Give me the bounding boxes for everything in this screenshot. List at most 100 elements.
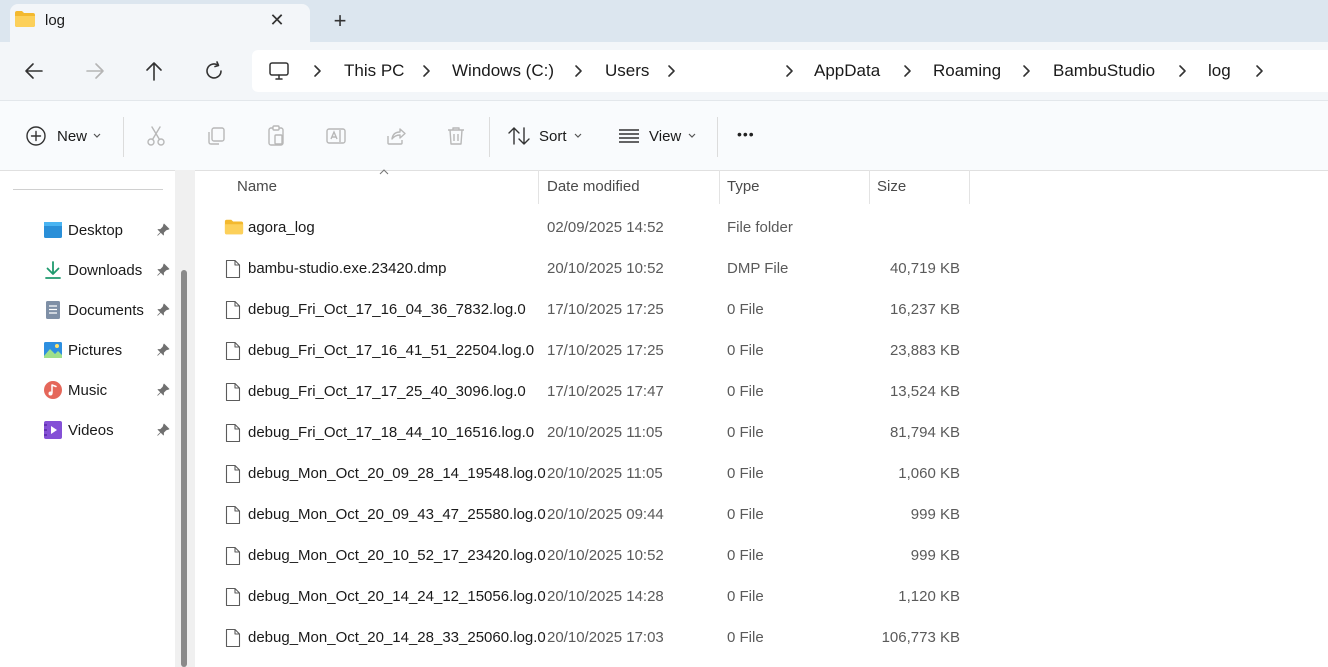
- pin-icon[interactable]: [156, 303, 170, 317]
- breadcrumb-log[interactable]: log: [1208, 61, 1231, 81]
- sidebar-item-label: Downloads: [68, 262, 143, 279]
- rename-icon[interactable]: [324, 124, 348, 148]
- delete-icon[interactable]: [444, 124, 468, 148]
- file-size: 13,524 KB: [889, 383, 960, 400]
- column-divider[interactable]: [538, 170, 539, 204]
- breadcrumb-appdata[interactable]: AppData: [814, 61, 880, 81]
- file-size: 1,060 KB: [898, 465, 960, 482]
- file-row[interactable]: debug_Fri_Oct_17_16_41_51_22504.log.0 17/…: [196, 331, 976, 372]
- file-icon: [225, 300, 241, 320]
- file-type: 0 File: [727, 506, 764, 523]
- column-divider[interactable]: [969, 170, 970, 204]
- file-icon: [225, 628, 241, 648]
- chevron-right-icon[interactable]: [310, 62, 324, 80]
- file-name: debug_Mon_Oct_20_14_24_12_15056.log.0: [248, 588, 546, 605]
- column-header-name[interactable]: Name: [237, 178, 277, 195]
- column-divider[interactable]: [869, 170, 870, 204]
- file-row[interactable]: debug_Mon_Oct_20_09_28_14_19548.log.0 20/…: [196, 454, 976, 495]
- file-date-modified: 20/10/2025 11:05: [547, 465, 663, 482]
- file-type: 0 File: [727, 588, 764, 605]
- chevron-right-icon[interactable]: [571, 62, 585, 80]
- chevron-down-icon[interactable]: [573, 132, 583, 140]
- sidebar-scrollbar-thumb[interactable]: [181, 270, 187, 667]
- chevron-right-icon[interactable]: [1252, 62, 1266, 80]
- new-button[interactable]: New: [57, 128, 87, 145]
- file-row[interactable]: debug_Mon_Oct_20_09_43_47_25580.log.0 20/…: [196, 495, 976, 536]
- file-name: debug_Fri_Oct_17_18_44_10_16516.log.0: [248, 424, 535, 441]
- up-arrow-icon[interactable]: [136, 53, 172, 89]
- sidebar-item-label: Pictures: [68, 342, 123, 359]
- pin-icon[interactable]: [156, 423, 170, 437]
- file-row[interactable]: bambu-studio.exe.23420.dmp 20/10/2025 10:…: [196, 249, 976, 290]
- downloads-icon: [45, 261, 61, 279]
- cut-icon[interactable]: [144, 124, 168, 148]
- pin-icon[interactable]: [156, 223, 170, 237]
- chevron-down-icon[interactable]: [687, 132, 697, 140]
- share-icon[interactable]: [384, 124, 408, 148]
- folder-icon: [224, 219, 244, 235]
- file-name: debug_Mon_Oct_20_10_52_17_23420.log.0: [248, 547, 546, 564]
- new-plus-icon[interactable]: [25, 125, 47, 147]
- file-type: 0 File: [727, 301, 764, 318]
- pictures-icon: [44, 342, 62, 358]
- sort-ascending-icon: [379, 169, 389, 175]
- file-row[interactable]: debug_Mon_Oct_20_14_24_12_15056.log.0 20/…: [196, 577, 976, 618]
- file-date-modified: 20/10/2025 14:28: [547, 588, 664, 605]
- back-arrow-icon[interactable]: [16, 53, 52, 89]
- desktop-icon: [44, 222, 62, 238]
- breadcrumb-windows-c[interactable]: Windows (C:): [452, 61, 554, 81]
- more-options-button[interactable]: •••: [737, 126, 755, 142]
- file-name: debug_Fri_Oct_17_16_04_36_7832.log.0: [248, 301, 526, 318]
- file-row[interactable]: debug_Fri_Oct_17_16_04_36_7832.log.0 17/1…: [196, 290, 976, 331]
- file-row[interactable]: debug_Mon_Oct_20_10_52_17_23420.log.0 20/…: [196, 536, 976, 577]
- breadcrumb-bambustudio[interactable]: BambuStudio: [1053, 61, 1155, 81]
- file-row[interactable]: debug_Fri_Oct_17_18_44_10_16516.log.0 20/…: [196, 413, 976, 454]
- toolbar-divider: [717, 117, 718, 157]
- pin-icon[interactable]: [156, 383, 170, 397]
- sidebar-item-label: Videos: [68, 422, 114, 439]
- breadcrumb-roaming[interactable]: Roaming: [933, 61, 1001, 81]
- file-icon: [225, 505, 241, 525]
- copy-icon[interactable]: [204, 124, 228, 148]
- new-tab-button[interactable]: +: [326, 8, 354, 36]
- paste-icon[interactable]: [264, 124, 288, 148]
- column-header-size[interactable]: Size: [877, 178, 906, 195]
- file-icon: [225, 259, 241, 279]
- sort-button[interactable]: Sort: [539, 128, 567, 145]
- file-icon: [225, 423, 241, 443]
- file-icon: [225, 546, 241, 566]
- tab-close-button[interactable]: ✕: [264, 7, 290, 33]
- file-type: DMP File: [727, 260, 789, 277]
- breadcrumb-this-pc[interactable]: This PC: [344, 61, 404, 81]
- file-size: 40,719 KB: [889, 260, 960, 277]
- forward-arrow-icon[interactable]: [77, 53, 113, 89]
- breadcrumb-users[interactable]: Users: [605, 61, 649, 81]
- chevron-down-icon[interactable]: [92, 132, 102, 140]
- pin-icon[interactable]: [156, 343, 170, 357]
- view-icon[interactable]: [617, 126, 641, 146]
- refresh-icon[interactable]: [196, 53, 232, 89]
- file-type: File folder: [727, 219, 793, 236]
- chevron-right-icon[interactable]: [900, 62, 914, 80]
- file-row[interactable]: agora_log 02/09/2025 14:52 File folder: [196, 208, 976, 249]
- column-divider[interactable]: [719, 170, 720, 204]
- chevron-right-icon[interactable]: [1019, 62, 1033, 80]
- chevron-right-icon[interactable]: [419, 62, 433, 80]
- file-name: bambu-studio.exe.23420.dmp: [248, 260, 447, 277]
- folder-icon: [15, 11, 35, 27]
- column-header-type[interactable]: Type: [727, 178, 760, 195]
- view-button[interactable]: View: [649, 128, 681, 145]
- sort-icon[interactable]: [507, 125, 531, 147]
- column-header-date-modified[interactable]: Date modified: [547, 178, 640, 195]
- chevron-right-icon[interactable]: [1175, 62, 1189, 80]
- pin-icon[interactable]: [156, 263, 170, 277]
- file-row[interactable]: debug_Fri_Oct_17_17_25_40_3096.log.0 17/1…: [196, 372, 976, 413]
- file-date-modified: 17/10/2025 17:47: [547, 383, 664, 400]
- chevron-right-icon[interactable]: [664, 62, 678, 80]
- file-name: debug_Mon_Oct_20_14_28_33_25060.log.0: [248, 629, 546, 646]
- chevron-right-icon[interactable]: [782, 62, 796, 80]
- file-row[interactable]: debug_Mon_Oct_20_14_28_33_25060.log.0 20/…: [196, 618, 976, 659]
- file-icon: [225, 587, 241, 607]
- sidebar-divider: [13, 189, 163, 190]
- file-name: debug_Fri_Oct_17_16_41_51_22504.log.0: [248, 342, 535, 359]
